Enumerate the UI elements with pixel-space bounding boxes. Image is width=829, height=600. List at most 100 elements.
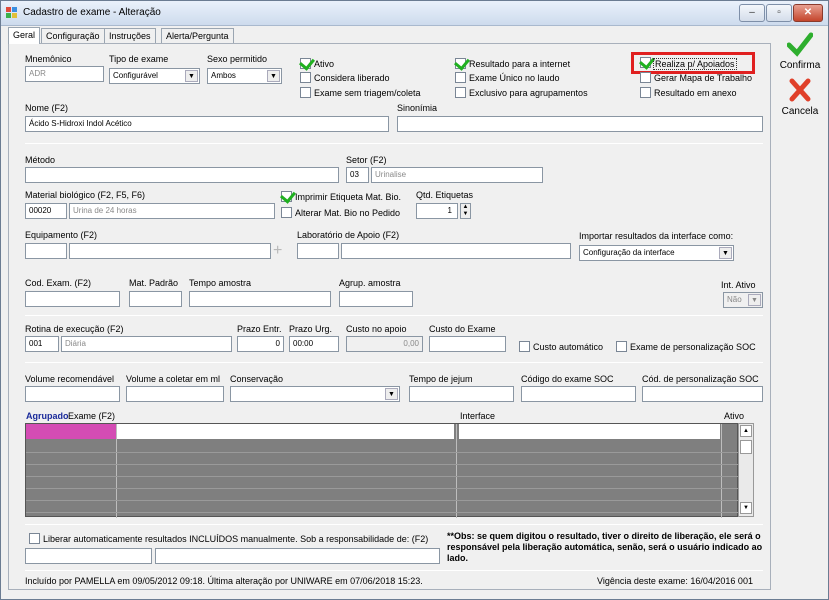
maximize-button[interactable]: ▫	[766, 4, 792, 22]
scroll-thumb[interactable]	[740, 440, 752, 454]
sexo-select[interactable]: Ambos ▼	[207, 68, 282, 84]
grid-row-line	[26, 500, 739, 501]
resultado-internet-checkbox[interactable]	[455, 58, 466, 69]
checkmark-icon	[786, 32, 814, 57]
exame-pers-soc-label: Exame de personalização SOC	[630, 342, 756, 352]
considera-liberado-checkbox[interactable]	[300, 72, 311, 83]
importar-select[interactable]: Configuração da interface ▼	[579, 245, 734, 261]
cod-exam-field[interactable]	[25, 291, 120, 307]
grid-scrollbar[interactable]: ▲ ▼	[738, 423, 754, 517]
tab-geral[interactable]: Geral	[8, 27, 41, 44]
equipamento-label: Equipamento (F2)	[25, 230, 98, 240]
tempo-amostra-label: Tempo amostra	[189, 278, 252, 288]
agrup-amostra-field[interactable]	[339, 291, 413, 307]
title-bar: Cadastro de exame - Alteração – ▫ ✕	[1, 1, 828, 26]
cod-soc-field[interactable]	[521, 386, 636, 402]
mat-padrao-label: Mat. Padrão	[129, 278, 179, 288]
cod-pers-soc-field[interactable]	[642, 386, 763, 402]
separator	[25, 362, 763, 363]
chevron-down-icon: ▼	[748, 294, 761, 306]
custo-exame-field[interactable]	[429, 336, 506, 352]
imprimir-etiqueta-label: Imprimir Etiqueta Mat. Bio.	[295, 192, 402, 202]
liberar-user-code-field[interactable]	[25, 548, 152, 564]
grid-exame-cell[interactable]	[117, 424, 454, 439]
scroll-up-icon[interactable]: ▲	[740, 425, 752, 437]
tipo-exame-select[interactable]: Configurável ▼	[109, 68, 200, 84]
liberar-auto-label: Liberar automaticamente resultados INCLU…	[43, 534, 429, 544]
confirm-button[interactable]: Confirma	[774, 31, 826, 71]
cancel-button[interactable]: Cancela	[774, 77, 826, 117]
scroll-down-icon[interactable]: ▼	[740, 502, 752, 514]
tab-alerta-pergunta[interactable]: Alerta/Pergunta	[161, 28, 234, 43]
exame-pers-soc-checkbox[interactable]	[616, 341, 627, 352]
tempo-amostra-field[interactable]	[189, 291, 331, 307]
prazo-urg-field[interactable]: 00:00	[289, 336, 339, 352]
cross-icon	[789, 78, 811, 102]
plus-icon[interactable]: +	[273, 242, 282, 260]
setor-label: Setor (F2)	[346, 155, 387, 165]
resultado-anexo-checkbox[interactable]	[640, 87, 651, 98]
prazo-entr-field[interactable]: 0	[237, 336, 284, 352]
separator	[25, 315, 763, 316]
mnemonico-field[interactable]: ADR	[25, 66, 104, 82]
agrupamento-grid[interactable]	[25, 423, 739, 518]
exclusivo-agrup-checkbox[interactable]	[455, 87, 466, 98]
sem-triagem-checkbox[interactable]	[300, 87, 311, 98]
grid-header-interface: Interface	[460, 411, 496, 421]
grid-header-exame: Exame (F2)	[68, 411, 116, 421]
setor-code-field[interactable]: 03	[346, 167, 369, 183]
tab-configuracao[interactable]: Configuração	[41, 28, 105, 43]
liberar-auto-checkbox[interactable]	[29, 533, 40, 544]
custo-apoio-field: 0,00	[346, 336, 423, 352]
grid-interface-cell[interactable]	[459, 424, 720, 439]
general-tab-panel: Mnemônico ADR Tipo de exame Configurável…	[8, 43, 771, 590]
mat-padrao-field[interactable]	[129, 291, 182, 307]
separator	[25, 524, 763, 525]
sinonimia-field[interactable]	[397, 116, 763, 132]
int-ativo-select[interactable]: Não ▼	[723, 292, 763, 308]
vigencia-status: Vigência deste exame: 16/04/2016 001	[597, 576, 753, 586]
ativo-label: Ativo	[314, 59, 335, 69]
nome-field[interactable]: Ácido S-Hidroxi Indol Acético	[25, 116, 389, 132]
equipamento-code-field[interactable]	[25, 243, 67, 259]
material-code-field[interactable]: 00020	[25, 203, 67, 219]
lab-apoio-code-field[interactable]	[297, 243, 339, 259]
gerar-mapa-checkbox[interactable]	[640, 72, 651, 83]
equipamento-name-field[interactable]	[69, 243, 271, 259]
obs-note: **Obs: se quem digitou o resultado, tive…	[447, 531, 763, 563]
qtd-etiquetas-field[interactable]: 1	[416, 203, 458, 219]
ativo-checkbox[interactable]	[300, 58, 311, 69]
app-icon	[6, 7, 18, 19]
liberar-user-name-field[interactable]	[155, 548, 440, 564]
rotina-name-field: Diária	[61, 336, 232, 352]
gerar-mapa-label: Gerar Mapa de Trabalho	[654, 73, 753, 83]
chevron-down-icon: ▼	[185, 70, 198, 82]
metodo-field[interactable]	[25, 167, 339, 183]
grid-row-line	[26, 452, 739, 453]
close-button[interactable]: ✕	[793, 4, 823, 22]
chevron-down-icon: ▼	[385, 388, 398, 400]
realiza-apoiados-checkbox[interactable]	[640, 57, 651, 68]
custo-apoio-label: Custo no apoio	[346, 324, 407, 334]
conservacao-label: Conservação	[230, 374, 284, 384]
exame-unico-checkbox[interactable]	[455, 72, 466, 83]
imprimir-etiqueta-checkbox[interactable]	[281, 191, 292, 202]
vol-rec-field[interactable]	[25, 386, 120, 402]
realiza-apoiados-label: Realiza p/ Apoiados	[653, 58, 737, 70]
lab-apoio-name-field[interactable]	[341, 243, 571, 259]
custo-auto-checkbox[interactable]	[519, 341, 530, 352]
chevron-down-icon: ▼	[719, 247, 732, 259]
grid-header-agrupado: Agrupado	[26, 411, 69, 421]
rotina-code-field[interactable]: 001	[25, 336, 59, 352]
tab-instrucoes[interactable]: Instruções	[104, 28, 156, 43]
grid-selected-cell[interactable]	[26, 424, 116, 439]
alterar-mat-checkbox[interactable]	[281, 207, 292, 218]
jejum-field[interactable]	[409, 386, 514, 402]
vol-col-field[interactable]	[126, 386, 224, 402]
resultado-anexo-label: Resultado em anexo	[654, 88, 737, 98]
alterar-mat-label: Alterar Mat. Bio no Pedido	[295, 208, 401, 218]
qtd-spinner[interactable]: ▲ ▼	[460, 203, 471, 219]
grid-row-line	[26, 476, 739, 477]
minimize-button[interactable]: –	[739, 4, 765, 22]
conservacao-select[interactable]: ▼	[230, 386, 400, 402]
